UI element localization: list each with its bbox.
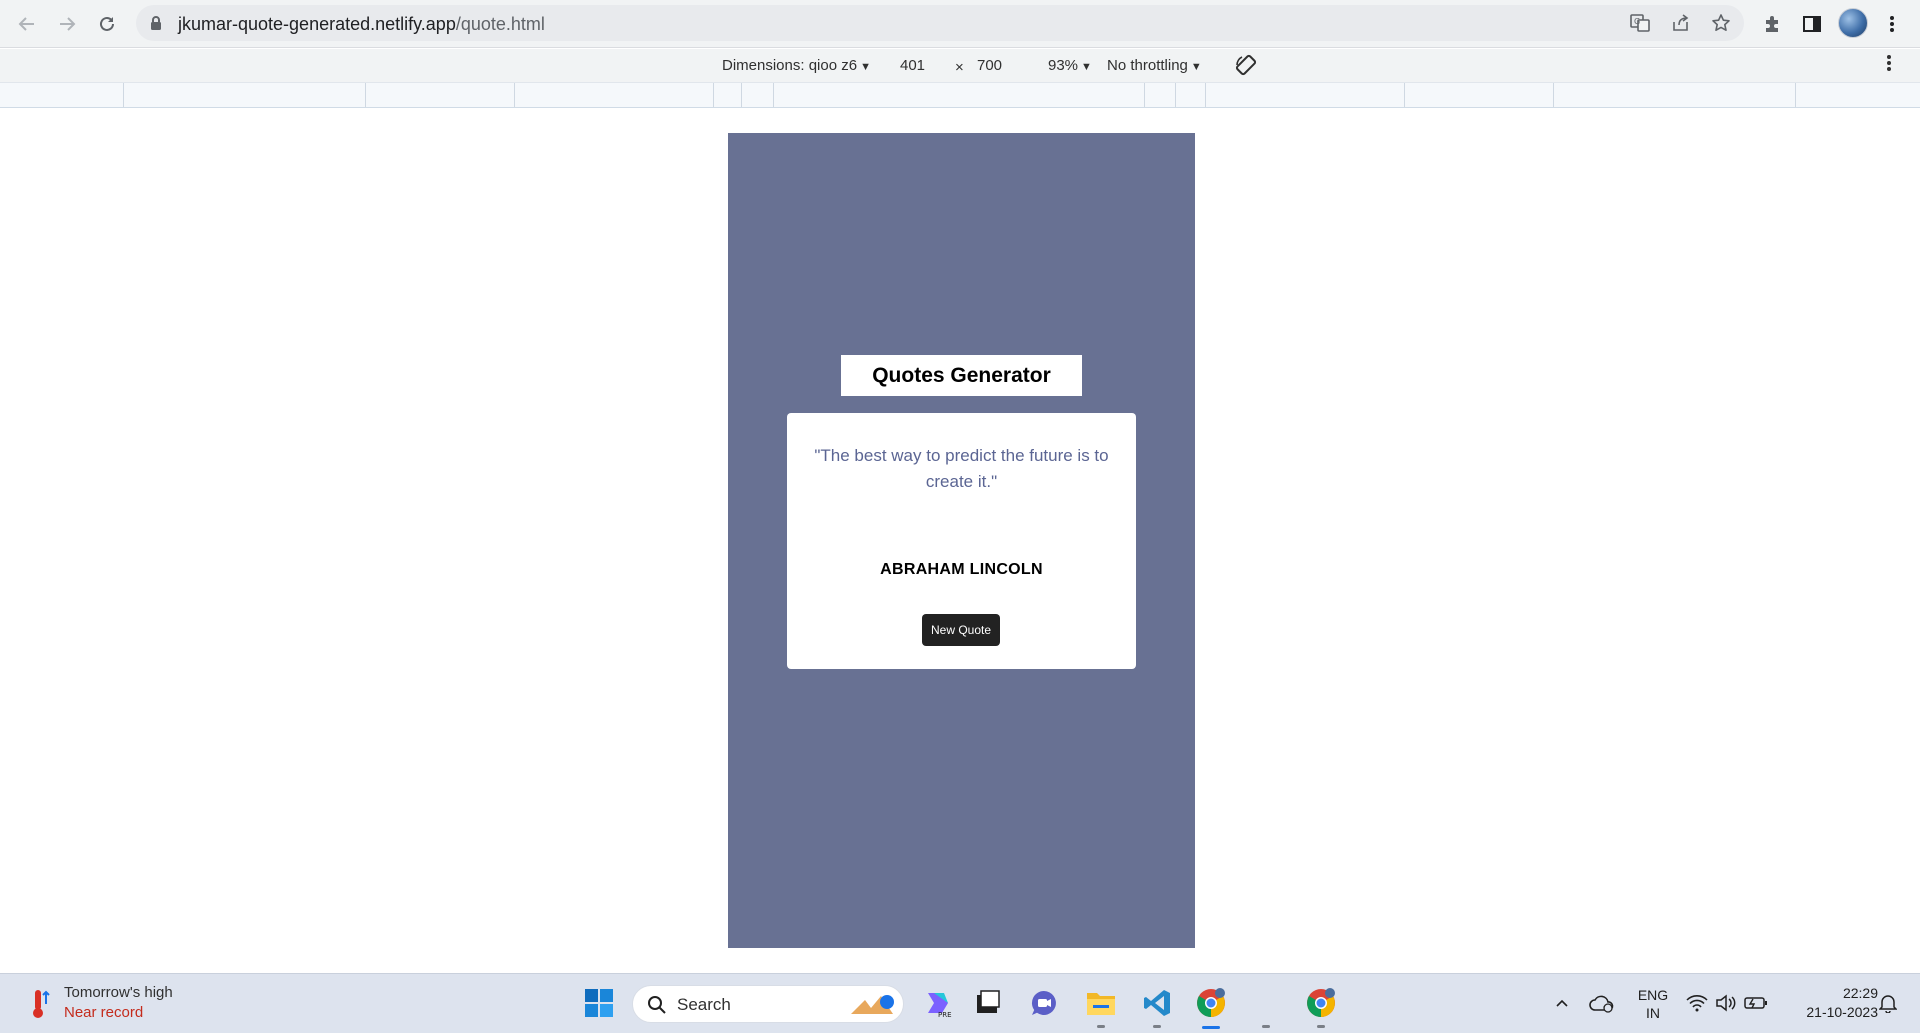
clock-time: 22:29	[1842, 985, 1878, 1001]
clock-date: 21-10-2023	[1806, 1004, 1878, 1020]
new-quote-button[interactable]: New Quote	[922, 614, 1000, 646]
chrome-menu-icon[interactable]	[1878, 10, 1906, 38]
taskbar: Tomorrow's high Near record Search PRE E…	[0, 973, 1920, 1033]
taskbar-search[interactable]: Search	[632, 985, 904, 1023]
language-indicator[interactable]: ENG IN	[1634, 987, 1672, 1021]
running-indicator	[1153, 1025, 1161, 1028]
forward-button[interactable]	[51, 8, 83, 40]
side-panel-icon[interactable]	[1798, 10, 1826, 38]
clock[interactable]: 22:29 21-10-2023	[1782, 985, 1878, 1020]
running-indicator	[1262, 1025, 1270, 1028]
throttling-label: No throttling	[1107, 57, 1188, 74]
search-icon	[648, 996, 666, 1014]
browser-toolbar: jkumar-quote-generated.netlify.app/quote…	[0, 0, 1920, 48]
height-field[interactable]: 700	[977, 57, 1002, 74]
times-sign: ×	[955, 59, 964, 76]
language-code: ENG	[1637, 987, 1669, 1003]
zoom-dropdown[interactable]: 93% ▼	[1048, 57, 1092, 74]
media-query-ruler[interactable]	[0, 82, 1920, 108]
dropdown-caret-icon: ▼	[860, 61, 871, 73]
devtools-more-icon[interactable]	[1886, 53, 1892, 77]
search-highlight-icon	[851, 995, 894, 1014]
show-hidden-icons-chevron-icon[interactable]	[1545, 986, 1579, 1020]
quote-author: ABRAHAM LINCOLN	[880, 561, 1043, 578]
dropdown-caret-icon: ▼	[1190, 61, 1202, 73]
extensions-icon[interactable]	[1758, 10, 1786, 38]
url-host: jkumar-quote-generated.netlify.app	[178, 14, 456, 34]
device-viewport: Quotes Generator "The best way to predic…	[728, 133, 1195, 948]
back-button[interactable]	[11, 8, 43, 40]
search-label: Search	[677, 995, 731, 1014]
copilot-app-icon[interactable]: PRE	[921, 986, 955, 1020]
dropdown-caret-icon: ▼	[1081, 61, 1092, 73]
notification-bell-icon[interactable]	[1871, 986, 1905, 1020]
page-title: Quotes Generator	[872, 363, 1051, 387]
chrome-profile-icon[interactable]	[1304, 986, 1338, 1020]
width-field[interactable]: 401	[900, 57, 925, 74]
rotate-icon[interactable]	[1234, 53, 1258, 81]
running-indicator	[1097, 1025, 1105, 1028]
svg-text:PRE: PRE	[938, 1011, 952, 1019]
region-code: IN	[1646, 1005, 1660, 1021]
share-icon[interactable]	[1669, 11, 1693, 35]
forward-arrow-icon	[60, 17, 76, 31]
zoom-label: 93%	[1048, 57, 1079, 74]
thermometer-icon	[33, 990, 50, 1018]
teams-chat-icon[interactable]	[1027, 986, 1061, 1020]
url-path: /quote.html	[455, 14, 545, 34]
back-arrow-icon	[18, 17, 34, 31]
onedrive-cloud-icon[interactable]	[1585, 986, 1619, 1020]
vscode-icon[interactable]	[1140, 986, 1174, 1020]
device-toolbar: Dimensions: qioo z6 ▼ 401 × 700 93% ▼ No t…	[0, 49, 1920, 82]
reload-icon	[100, 16, 114, 31]
weather-title: Tomorrow's high	[64, 984, 173, 1001]
volume-icon[interactable]	[1709, 986, 1743, 1020]
task-view-icon[interactable]	[971, 986, 1005, 1020]
file-explorer-icon[interactable]	[1084, 986, 1118, 1020]
svg-text:G: G	[1634, 17, 1640, 26]
bookmark-star-icon[interactable]	[1709, 11, 1733, 35]
profile-avatar[interactable]	[1838, 8, 1868, 38]
throttling-dropdown[interactable]: No throttling ▼	[1107, 57, 1202, 74]
chrome-active-icon[interactable]	[1194, 986, 1228, 1020]
translate-icon[interactable]: G	[1628, 11, 1652, 35]
dimensions-label: Dimensions: qioo z6	[722, 57, 858, 74]
quote-card: "The best way to predict the future is t…	[787, 413, 1136, 669]
lock-icon	[151, 16, 161, 30]
title-box: Quotes Generator	[841, 355, 1082, 396]
battery-icon[interactable]	[1739, 986, 1773, 1020]
running-indicator	[1317, 1025, 1325, 1028]
weather-subtitle: Near record	[64, 1004, 144, 1021]
reload-button[interactable]	[91, 8, 123, 40]
start-button[interactable]	[582, 986, 616, 1020]
address-bar[interactable]: jkumar-quote-generated.netlify.app/quote…	[136, 5, 1744, 41]
active-app-indicator	[1202, 1026, 1220, 1029]
url-text: jkumar-quote-generated.netlify.app/quote…	[178, 14, 545, 35]
quote-text: "The best way to predict the future is t…	[814, 446, 1109, 491]
dimensions-dropdown[interactable]: Dimensions: qioo z6 ▼	[722, 57, 871, 74]
windows-logo-icon	[585, 989, 613, 1017]
